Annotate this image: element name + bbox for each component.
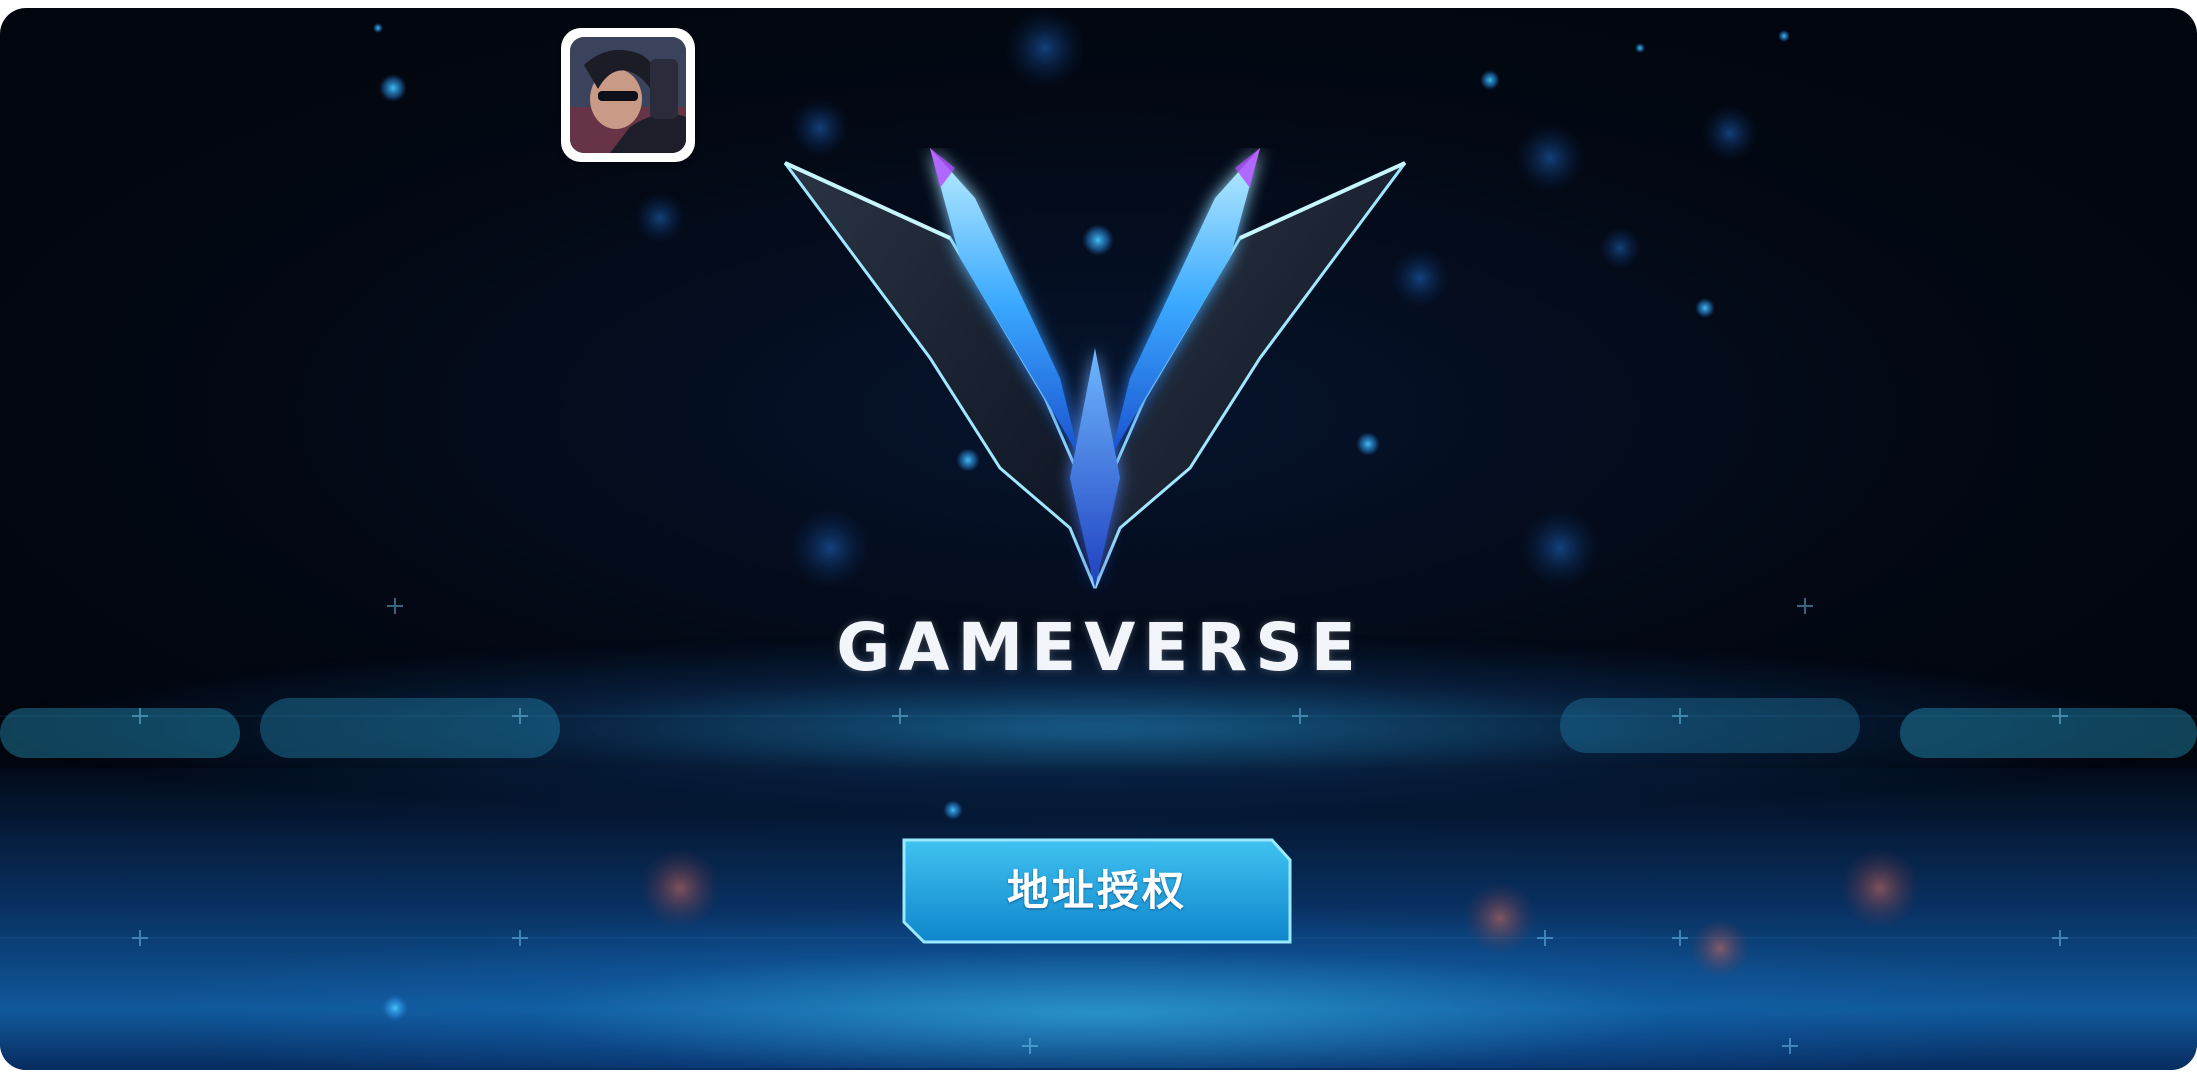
avatar-image [570,37,686,153]
address-authorize-label: 地址授权 [1006,866,1187,915]
app-avatar-icon[interactable] [561,28,695,162]
gameverse-emblem-icon [783,148,1407,589]
game-splash-screen: GAMEVERSE 地址授权 [0,8,2197,1070]
logo-wordmark: GAMEVERSE [836,609,1364,686]
address-authorize-button[interactable]: 地址授权 [902,838,1292,944]
